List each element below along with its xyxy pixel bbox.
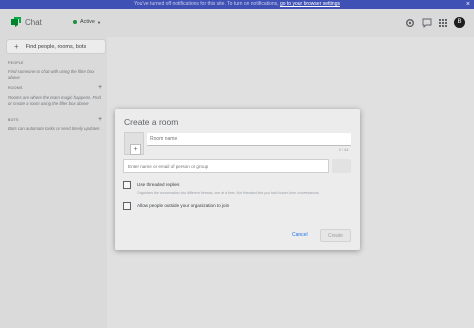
threaded-replies-description: Organizes the conversation into differen… [137,191,320,195]
status-dropdown[interactable]: Active ▼ [73,19,101,25]
caret-down-icon: ▼ [96,19,101,25]
apps-grid-icon[interactable] [438,18,448,28]
rooms-empty-text: Rooms are where the team magic happens. … [8,95,101,106]
status-dot-icon [73,20,77,24]
add-people-button[interactable] [332,159,351,173]
threaded-replies-checkbox[interactable] [123,181,131,189]
account-avatar[interactable]: B [454,17,465,28]
section-title-people: PEOPLE [8,61,24,65]
room-avatar-picker[interactable]: + [124,132,144,155]
allow-outside-label: Allow people outside your organization t… [137,203,230,208]
browser-settings-link[interactable]: go to your browser settings [280,1,340,7]
people-group-input[interactable] [123,159,329,173]
notification-text: You've turned off notifications for this… [134,1,279,7]
section-title-rooms: ROOMS [8,86,23,90]
room-name-input[interactable] [147,133,351,146]
create-room-dialog: Create a room + 0 / 64 Use threaded repl… [115,109,360,250]
sidebar: + Find people, rooms, bots PEOPLE Find s… [0,37,107,328]
allow-outside-checkbox[interactable] [123,202,131,210]
find-people-rooms-bots-button[interactable]: + Find people, rooms, bots [7,40,105,53]
app-title: Chat [25,18,42,27]
dialog-title: Create a room [124,117,179,127]
status-label: Active [80,19,95,25]
notification-bar: You've turned off notifications for this… [0,0,474,9]
add-bot-plus-icon[interactable]: + [98,116,102,123]
feedback-icon[interactable] [422,18,432,28]
create-button[interactable]: Create [320,229,351,242]
find-button-label: Find people, rooms, bots [25,43,87,50]
chat-logo-icon [11,17,21,27]
threaded-replies-label: Use threaded replies [137,182,180,187]
add-room-plus-icon[interactable]: + [98,84,102,91]
section-title-bots: BOTS [8,118,19,122]
people-empty-text: Find someone to chat with using the filt… [8,69,95,80]
close-icon[interactable]: × [466,0,470,9]
plus-icon: + [14,42,19,51]
settings-gear-icon[interactable] [405,18,415,28]
bots-empty-text: Bots can automate tasks or send timely u… [8,126,100,131]
room-name-counter: 0 / 64 [339,148,349,152]
cancel-button[interactable]: Cancel [292,232,308,238]
app-header: Chat Active ▼ B [0,9,474,37]
add-avatar-plus-icon: + [130,144,141,155]
